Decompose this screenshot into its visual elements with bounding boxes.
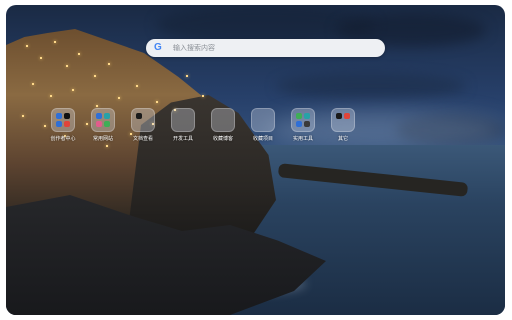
search-input[interactable]: 输入搜索内容	[173, 43, 215, 53]
app-shortcut-label: 收藏博客	[212, 136, 233, 142]
window-light	[40, 57, 42, 59]
window-light	[118, 97, 120, 99]
window-light	[156, 101, 158, 103]
blue-app-icon	[296, 121, 302, 127]
black-app-icon	[336, 113, 342, 119]
window-light	[136, 85, 138, 87]
app-shortcut-row: 创作者中心 常用网站 文档查看 开发工具 收藏博客 收藏项目 实用工具 其它	[48, 108, 368, 148]
app-shortcut-label: 实用工具	[292, 136, 313, 142]
tiktok-icon	[64, 113, 70, 119]
app-shortcut-4[interactable]: 开发工具	[168, 108, 198, 142]
window-light	[66, 65, 68, 67]
pink-app-icon	[96, 121, 102, 127]
window-light	[96, 105, 98, 107]
green-app-icon	[296, 113, 302, 119]
app-shortcut-label: 开发工具	[172, 136, 193, 142]
app-folder-tile[interactable]	[51, 108, 75, 132]
window-light	[32, 83, 34, 85]
window-light	[22, 115, 24, 117]
app-shortcut-label: 文档查看	[132, 136, 153, 142]
app-shortcut-3[interactable]: 文档查看	[128, 108, 158, 142]
app-folder-tile[interactable]	[171, 108, 195, 132]
window-light	[44, 125, 46, 127]
app-folder-tile[interactable]	[251, 108, 275, 132]
window-light	[54, 41, 56, 43]
app-shortcut-2[interactable]: 常用网站	[88, 108, 118, 142]
window-light	[186, 75, 188, 77]
background-cloud	[276, 73, 466, 99]
teal-app-icon	[304, 113, 310, 119]
app-shortcut-label: 常用网站	[92, 136, 113, 142]
red-app-icon	[344, 113, 350, 119]
teal-app-icon	[104, 113, 110, 119]
green-app-icon	[104, 121, 110, 127]
app-folder-tile[interactable]	[91, 108, 115, 132]
app-shortcut-label: 收藏项目	[252, 136, 273, 142]
google-icon[interactable]: G	[154, 43, 164, 53]
window-light	[78, 53, 80, 55]
app-shortcut-1[interactable]: 创作者中心	[48, 108, 78, 142]
app-folder-tile[interactable]	[131, 108, 155, 132]
black-app-icon	[136, 113, 142, 119]
new-tab-page: G 输入搜索内容 创作者中心 常用网站 文档查看 开发工具 收藏博客 收藏项目 实用工具 其它	[6, 5, 505, 315]
blue-app-icon	[56, 113, 62, 119]
window-light	[108, 63, 110, 65]
app-shortcut-6[interactable]: 收藏项目	[248, 108, 278, 142]
app-shortcut-7[interactable]: 实用工具	[288, 108, 318, 142]
app-folder-tile[interactable]	[211, 108, 235, 132]
app-folder-tile[interactable]	[291, 108, 315, 132]
search-bar[interactable]: G 输入搜索内容	[146, 39, 385, 57]
red-app-icon	[64, 121, 70, 127]
app-shortcut-label: 其它	[337, 136, 348, 142]
app-folder-tile[interactable]	[331, 108, 355, 132]
blue-app-icon	[96, 113, 102, 119]
blue-app-icon	[56, 121, 62, 127]
app-shortcut-5[interactable]: 收藏博客	[208, 108, 238, 142]
window-light	[26, 45, 28, 47]
window-light	[94, 75, 96, 77]
window-light	[202, 95, 204, 97]
app-shortcut-8[interactable]: 其它	[328, 108, 358, 142]
window-light	[72, 89, 74, 91]
dark-app-icon	[304, 121, 310, 127]
app-shortcut-label: 创作者中心	[50, 136, 76, 142]
window-light	[50, 95, 52, 97]
